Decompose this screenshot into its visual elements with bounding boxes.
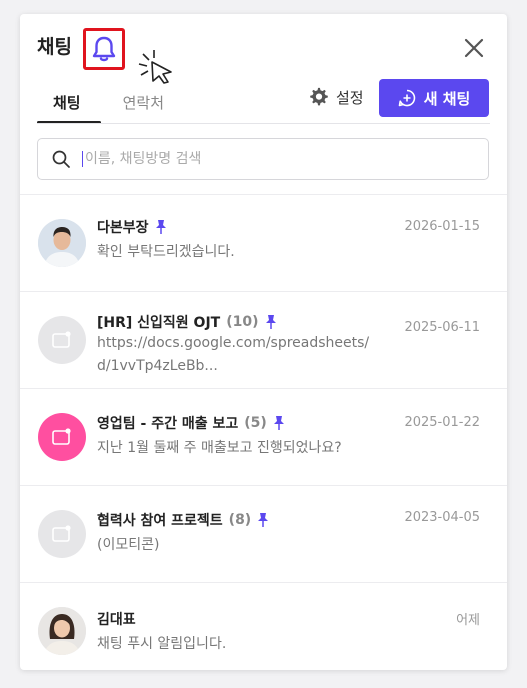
member-count: (5)	[244, 415, 267, 431]
add-chat-icon	[398, 89, 415, 107]
chat-name: 영업팀 - 주간 매출 보고 (5)	[97, 413, 285, 433]
tab-divider	[37, 123, 490, 124]
new-chat-button[interactable]: 새 채팅	[379, 79, 489, 117]
chat-date: 2026-01-15	[404, 219, 480, 234]
chat-name: 다본부장	[97, 217, 167, 237]
chat-row[interactable]: 김대표 채팅 푸시 알림입니다. 어제	[20, 582, 507, 670]
settings-label: 설정	[336, 88, 364, 107]
chat-preview: 지난 1월 둘째 주 매출보고 진행되었나요?	[97, 440, 342, 456]
group-chat-icon	[52, 428, 71, 445]
chat-date: 2025-06-11	[404, 320, 480, 335]
chat-name: 김대표	[97, 609, 136, 629]
chat-preview: (이모티콘)	[97, 537, 160, 553]
avatar	[38, 316, 86, 364]
avatar	[38, 413, 86, 461]
chat-row[interactable]: [HR] 신입직원 OJT (10) https://docs.google.c…	[20, 291, 507, 388]
chat-name-text: 영업팀 - 주간 매출 보고	[97, 416, 239, 432]
search-input[interactable]	[82, 151, 442, 167]
chat-date: 2025-01-22	[404, 415, 480, 430]
pin-icon	[273, 416, 284, 430]
tab-contacts[interactable]: 연락처	[123, 88, 184, 124]
avatar	[38, 510, 86, 558]
chat-name-text: 다본부장	[97, 220, 149, 236]
member-count: (8)	[228, 512, 252, 528]
chat-name-text: 협력사 참여 프로젝트	[97, 513, 223, 529]
chat-name: 협력사 참여 프로젝트 (8)	[97, 510, 269, 530]
pin-icon	[265, 315, 276, 329]
chat-name-text: 김대표	[97, 612, 136, 628]
tab-bar: 채팅 연락처	[37, 88, 184, 124]
chat-name: [HR] 신입직원 OJT (10)	[97, 312, 277, 332]
chat-row[interactable]: 다본부장 확인 부탁드리겠습니다. 2026-01-15	[20, 194, 507, 291]
group-chat-icon	[52, 525, 71, 542]
group-chat-icon	[52, 331, 71, 348]
chat-row[interactable]: 영업팀 - 주간 매출 보고 (5) 지난 1월 둘째 주 매출보고 진행되었나…	[20, 388, 507, 485]
new-chat-label: 새 채팅	[423, 89, 471, 108]
chat-list: 다본부장 확인 부탁드리겠습니다. 2026-01-15 [HR] 신입직원 O…	[20, 194, 507, 670]
man-photo-icon	[38, 219, 86, 267]
page-title: 채팅	[37, 36, 72, 58]
chat-name-text: [HR] 신입직원 OJT	[97, 315, 221, 331]
pin-icon	[258, 513, 269, 527]
search-box	[37, 138, 489, 180]
settings-button[interactable]: 설정	[308, 86, 364, 108]
tab-chat[interactable]: 채팅	[37, 88, 101, 124]
close-icon[interactable]	[460, 34, 488, 62]
avatar	[38, 219, 86, 267]
pin-icon	[155, 220, 166, 234]
click-cursor-icon	[138, 50, 172, 84]
search-icon	[52, 150, 70, 168]
chat-row[interactable]: 협력사 참여 프로젝트 (8) (이모티콘) 2023-04-05	[20, 485, 507, 582]
notification-bell-button[interactable]	[83, 28, 125, 70]
chat-date: 어제	[456, 613, 480, 628]
chat-preview: https://docs.google.com/spreadsheets/d/1…	[97, 335, 370, 374]
chat-preview: 채팅 푸시 알림입니다.	[97, 636, 227, 652]
avatar	[38, 607, 86, 655]
woman-photo-icon	[38, 607, 86, 655]
chat-date: 2023-04-05	[404, 510, 480, 525]
chat-panel: 채팅 채팅 연락처 설정 새 채팅 이름, 채팅방명 검색 다본부장 확인 부탁…	[20, 14, 507, 670]
gear-icon	[310, 87, 328, 106]
member-count: (10)	[226, 314, 259, 330]
chat-preview: 확인 부탁드리겠습니다.	[97, 244, 235, 260]
bell-icon	[92, 36, 116, 62]
